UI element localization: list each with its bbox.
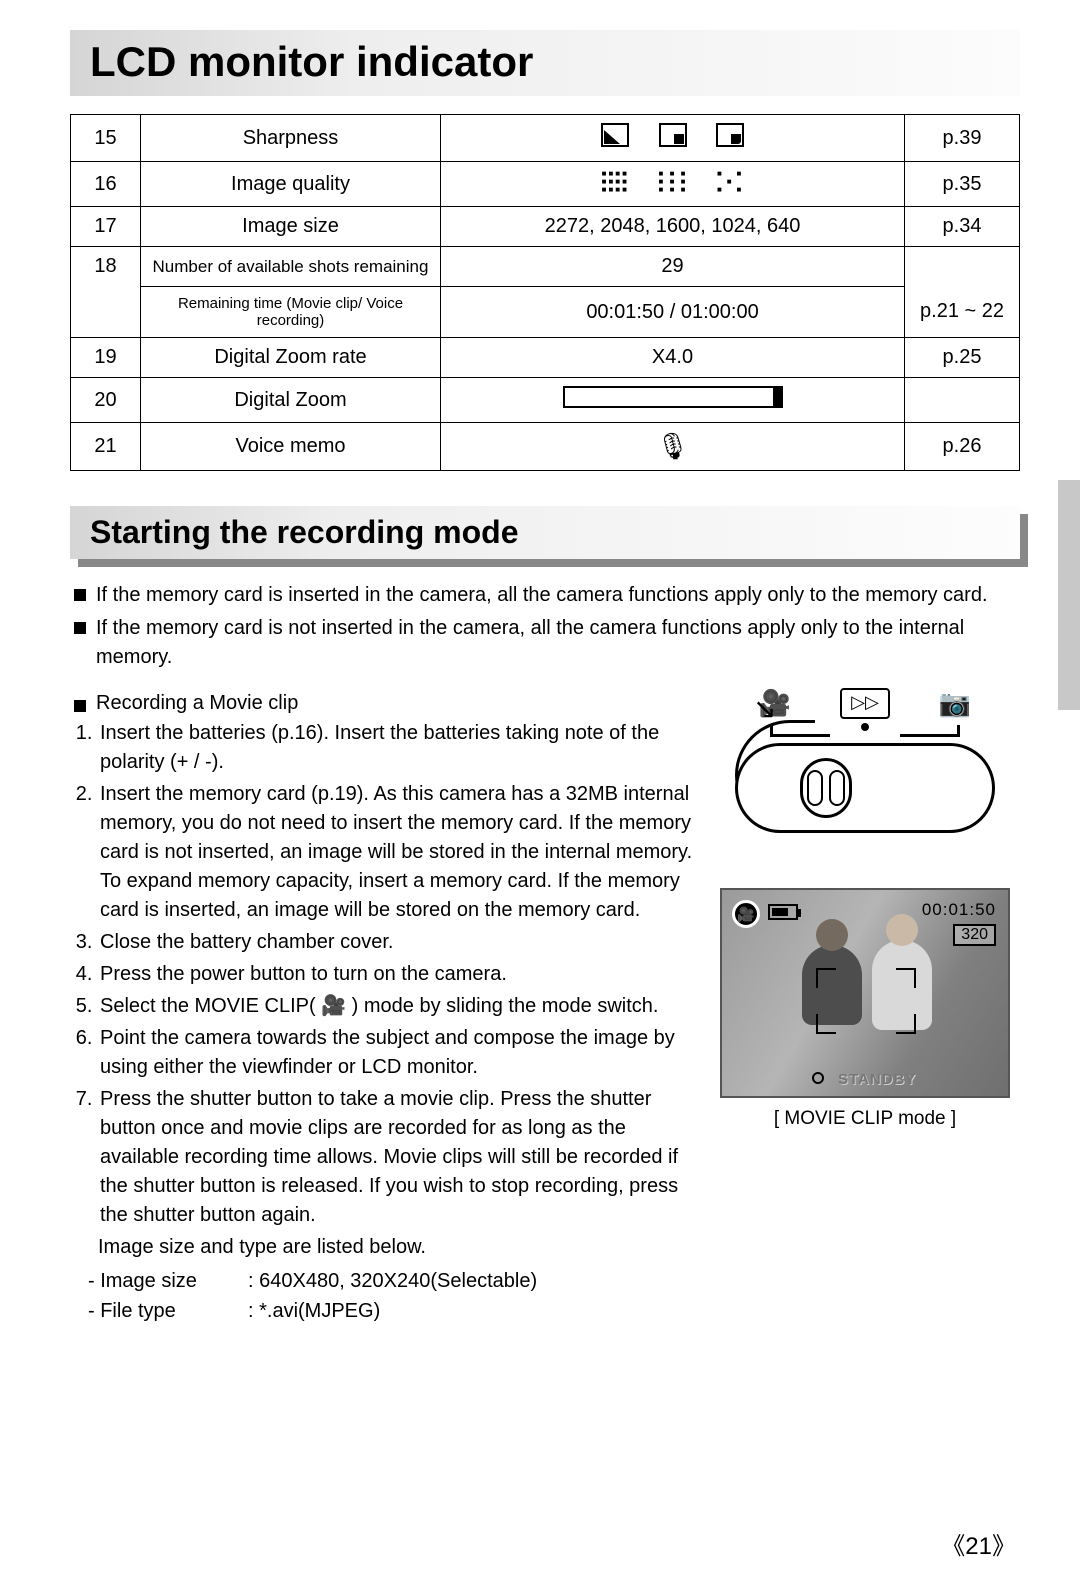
table-row: Remaining time (Movie clip/ Voice record… [71,287,1020,338]
cell-val: 00:01:50 / 01:00:00 [441,287,905,338]
cell-desc: Voice memo [141,423,441,471]
title-bar: LCD monitor indicator [70,30,1020,96]
spec-value: : 640X480, 320X240(Selectable) [248,1266,537,1296]
step-item: Press the power button to turn on the ca… [98,960,694,989]
cell-val: 2272, 2048, 1600, 1024, 640 [441,207,905,247]
spec-value: : *.avi(MJPEG) [248,1296,380,1326]
status-text: STANDBY [838,1071,916,1088]
table-row: 18 Number of available shots remaining 2… [71,247,1020,287]
record-indicator-icon [812,1072,824,1084]
square-bullet-icon [74,589,86,601]
table-row: 15 Sharpness p.39 [71,115,1020,162]
quality-fine-icon: ■ ■ ■■ ■ ■■ ■ ■ [659,170,688,194]
section-heading: Starting the recording mode [70,506,1020,559]
steps-list: Insert the batteries (p.16). Insert the … [98,719,694,1230]
cell-num: 20 [71,378,141,423]
microphone-icon: 🎙 [656,431,689,462]
zoom-bar-icon [563,386,783,408]
sharpness-hard-icon [601,123,629,147]
playback-mode-icon: ▷▷ [840,688,890,719]
cell-num: 18 [71,247,141,287]
cell-desc: Image size [141,207,441,247]
quality-normal-icon: ■ ■ ■ ■ ■ [717,170,743,194]
table-row: 21 Voice memo 🎙 p.26 [71,423,1020,471]
slider-knob [800,758,852,818]
indicator-table: 15 Sharpness p.39 16 Image quality ■■■■■… [70,114,1020,471]
lcd-preview: 🎥 00:01:50 320 STANDBY [720,888,1010,1098]
cell-desc: Image quality [141,162,441,207]
step-item: Press the shutter button to take a movie… [98,1085,694,1230]
cell-desc: Digital Zoom rate [141,338,441,378]
bullet-item: If the memory card is not inserted in th… [70,614,1020,672]
arrow-icon: ↘ [753,692,776,725]
table-row: 16 Image quality ■■■■■■■■■■■■ ■ ■ ■■ ■ ■… [71,162,1020,207]
cell-page: p.21 ~ 22 [905,287,1020,338]
cell-desc: Sharpness [141,115,441,162]
table-row: 17 Image size 2272, 2048, 1600, 1024, 64… [71,207,1020,247]
side-tab [1058,480,1080,710]
spec-label: - File type [88,1296,248,1326]
cell-page: p.26 [905,423,1020,471]
lcd-caption: [ MOVIE CLIP mode ] [710,1108,1020,1130]
battery-icon [768,904,798,920]
cell-num: 17 [71,207,141,247]
cell-desc: Remaining time (Movie clip/ Voice record… [141,287,441,338]
tail-line: Image size and type are listed below. [98,1233,694,1262]
cell-desc: Digital Zoom [141,378,441,423]
cell-val [441,115,905,162]
cell-page: p.34 [905,207,1020,247]
mode-switch-illustration: ↘ 🎥 ▷▷ 📷 [725,688,1005,858]
spec-label: - Image size [88,1266,248,1296]
square-bullet-icon [74,700,86,712]
cell-num: 21 [71,423,141,471]
cell-page: p.25 [905,338,1020,378]
cell-desc: Number of available shots remaining [141,247,441,287]
specs-list: - Image size: 640X480, 320X240(Selectabl… [88,1266,694,1326]
cell-val: 🎙 [441,423,905,471]
bullet-item: If the memory card is inserted in the ca… [70,581,1020,610]
cell-val: ■■■■■■■■■■■■ ■ ■ ■■ ■ ■■ ■ ■ ■ ■ ■ ■ ■ [441,162,905,207]
body-text: If the memory card is inserted in the ca… [70,581,1020,672]
cell-page [905,378,1020,423]
step-item: Insert the batteries (p.16). Insert the … [98,719,694,777]
mode-slider [735,743,995,833]
cell-num: 19 [71,338,141,378]
section-title: Starting the recording mode [90,514,1000,551]
cell-val: 29 [441,247,905,287]
resolution-badge: 320 [953,924,996,946]
step-item: Close the battery chamber cover. [98,928,694,957]
step-item: Select the MOVIE CLIP( 🎥 ) mode by slidi… [98,992,694,1021]
cell-num: 16 [71,162,141,207]
cell-num: 15 [71,115,141,162]
step-item: Insert the memory card (p.19). As this c… [98,780,694,925]
cell-val: X4.0 [441,338,905,378]
square-bullet-icon [74,622,86,634]
sharpness-normal-icon [659,123,687,147]
focus-brackets-icon [816,968,916,1034]
cell-page: p.35 [905,162,1020,207]
table-row: 19 Digital Zoom rate X4.0 p.25 [71,338,1020,378]
quality-superfine-icon: ■■■■■■■■■■■■ [602,170,629,194]
table-row: 20 Digital Zoom [71,378,1020,423]
cell-page [905,247,1020,287]
page-title: LCD monitor indicator [90,38,1000,86]
sub-heading: Recording a Movie clip [70,692,694,715]
remaining-time: 00:01:50 [922,900,996,920]
movie-indicator-icon: 🎥 [732,900,760,928]
step-item: Point the camera towards the subject and… [98,1024,694,1082]
camera-mode-icon: 📷 [930,688,980,719]
cell-val [441,378,905,423]
cell-num [71,287,141,338]
page-number: 《21》 [941,1526,1016,1561]
sharpness-soft-icon [716,123,744,147]
cell-page: p.39 [905,115,1020,162]
